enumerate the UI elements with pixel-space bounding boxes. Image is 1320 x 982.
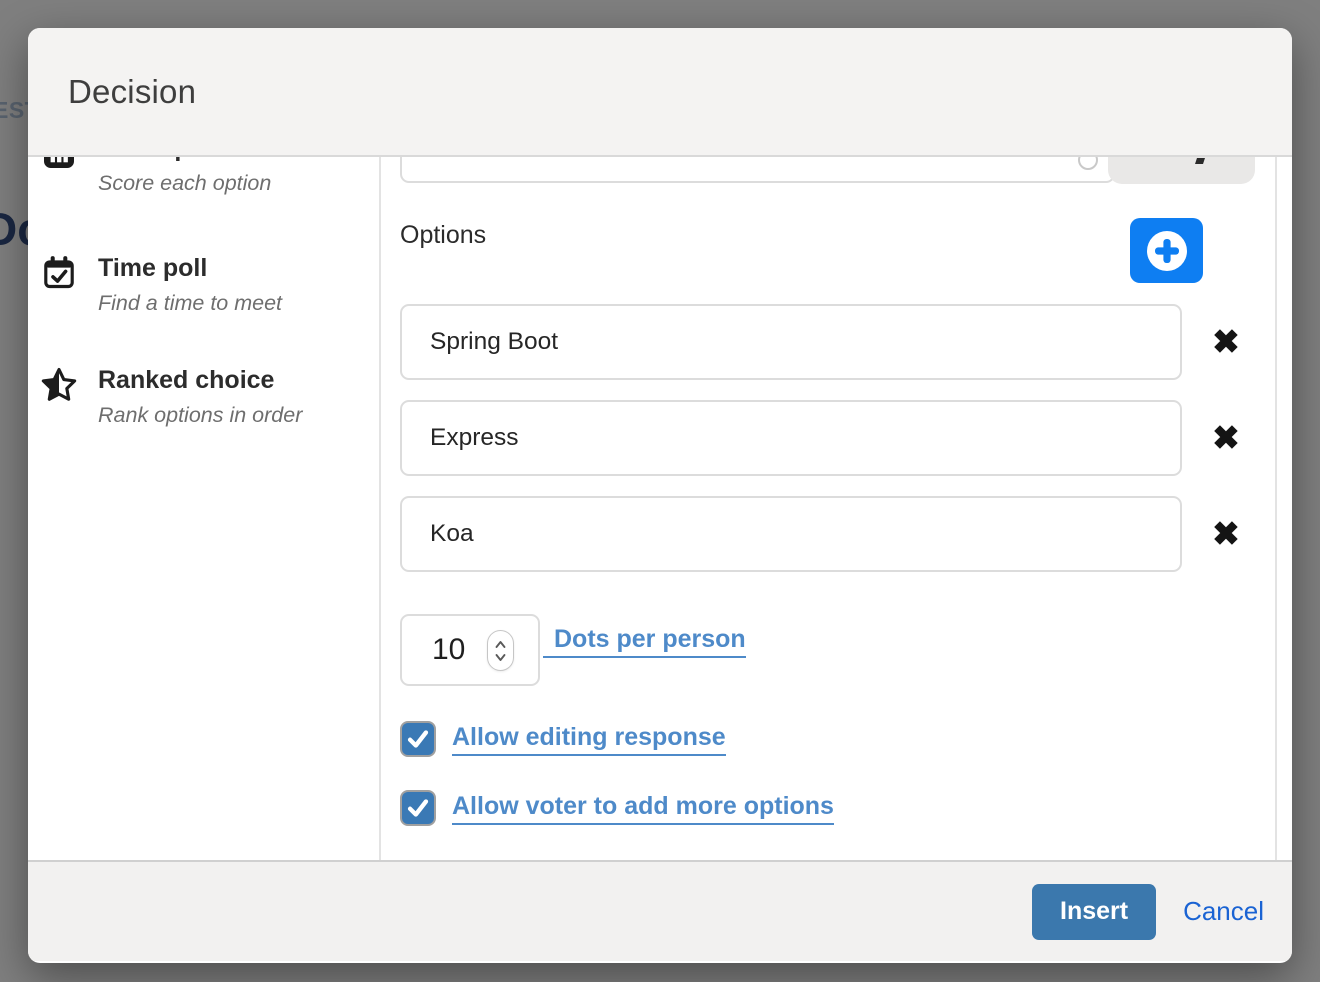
check-icon xyxy=(405,726,431,752)
sidebar-item-subtitle: Rank options in order xyxy=(98,401,302,429)
allow-editing-row: Allow editing response xyxy=(400,721,726,757)
allow-add-options-row: Allow voter to add more options xyxy=(400,790,834,826)
decision-modal: Decision Score poll Score each option xyxy=(28,28,1292,963)
x-icon: ✖ xyxy=(1212,420,1240,456)
allow-add-options-checkbox[interactable] xyxy=(400,790,436,826)
modal-body: Score poll Score each option Time poll xyxy=(28,157,1292,860)
ranked-choice-icon xyxy=(40,367,78,405)
option-input[interactable] xyxy=(400,400,1182,476)
question-type-button-partial[interactable] xyxy=(1108,157,1255,184)
allow-editing-label[interactable]: Allow editing response xyxy=(452,723,726,756)
dots-per-person-input[interactable] xyxy=(402,616,486,684)
clipped-text-fragment xyxy=(1195,158,1205,164)
option-input[interactable] xyxy=(400,496,1182,572)
question-input-partial[interactable] xyxy=(400,157,1115,183)
sidebar-item-title: Ranked choice xyxy=(98,365,302,395)
modal-header: Decision xyxy=(28,28,1292,157)
options-label: Options xyxy=(400,221,486,250)
modal-footer: Insert Cancel xyxy=(28,860,1292,961)
time-poll-icon xyxy=(40,255,78,293)
x-icon: ✖ xyxy=(1212,516,1240,552)
partial-circle-icon xyxy=(1078,157,1098,170)
plus-circle-icon xyxy=(1146,230,1188,272)
sidebar-item-time-poll[interactable]: Time poll Find a time to meet xyxy=(40,253,282,317)
add-option-button[interactable] xyxy=(1130,218,1203,283)
sidebar-item-subtitle: Find a time to meet xyxy=(98,289,282,317)
insert-button[interactable]: Insert xyxy=(1032,884,1156,940)
stepper-chevrons-icon xyxy=(494,638,507,664)
allow-add-options-label[interactable]: Allow voter to add more options xyxy=(452,792,834,825)
poll-type-sidebar: Score poll Score each option Time poll xyxy=(28,157,379,860)
remove-option-button[interactable]: ✖ xyxy=(1207,323,1245,361)
poll-form-panel: Options ✖ ✖ ✖ xyxy=(379,157,1277,860)
sidebar-item-ranked-choice[interactable]: Ranked choice Rank options in order xyxy=(40,365,302,429)
check-icon xyxy=(405,795,431,821)
number-stepper[interactable] xyxy=(487,630,514,671)
sidebar-item-title: Score poll xyxy=(98,157,271,163)
cancel-button[interactable]: Cancel xyxy=(1183,896,1264,927)
score-poll-icon xyxy=(40,157,78,173)
remove-option-button[interactable]: ✖ xyxy=(1207,419,1245,457)
sidebar-item-title: Time poll xyxy=(98,253,282,283)
option-input[interactable] xyxy=(400,304,1182,380)
modal-title: Decision xyxy=(68,73,196,111)
x-icon: ✖ xyxy=(1212,324,1240,360)
allow-editing-checkbox[interactable] xyxy=(400,721,436,757)
sidebar-item-score-poll[interactable]: Score poll Score each option xyxy=(40,157,271,197)
remove-option-button[interactable]: ✖ xyxy=(1207,515,1245,553)
dots-per-person-label[interactable]: Dots per person xyxy=(543,625,746,658)
dots-per-person-field xyxy=(400,614,540,686)
sidebar-item-subtitle: Score each option xyxy=(98,169,271,197)
